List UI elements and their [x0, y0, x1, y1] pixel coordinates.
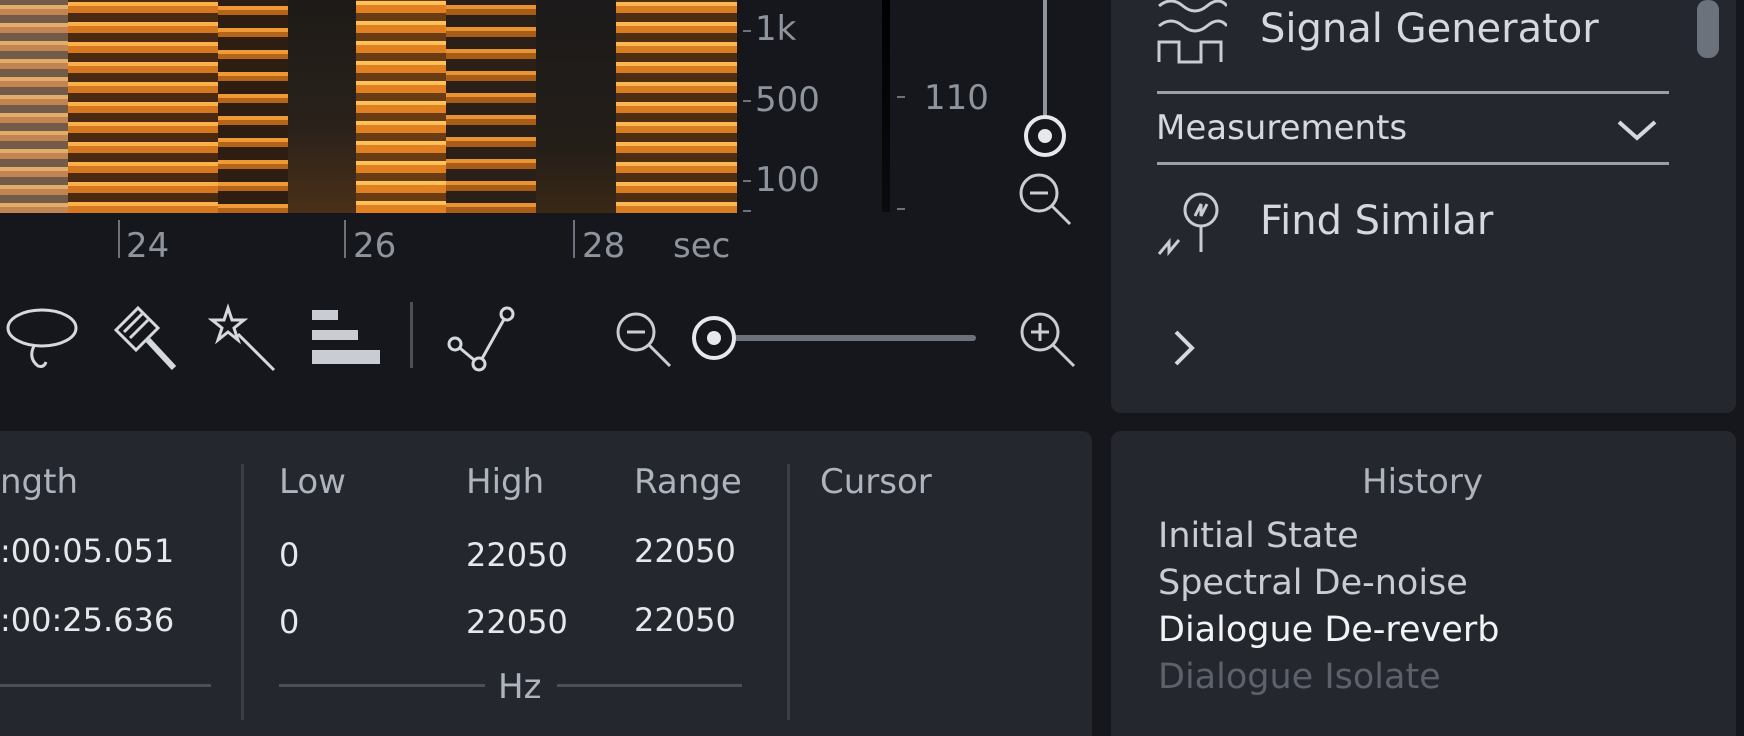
low-value-row1[interactable]: 0 [279, 536, 299, 574]
time-label-24: 24 [126, 226, 170, 266]
module-divider [1157, 91, 1669, 94]
length-header: ngth [0, 462, 79, 502]
length-unit-rule [0, 684, 211, 687]
freq-label-1k: 1k [755, 9, 797, 49]
cursor-header: Cursor [820, 462, 932, 502]
chevron-right-icon[interactable] [1170, 326, 1198, 370]
vertical-zoom-handle[interactable] [1022, 113, 1068, 159]
chevron-down-icon[interactable] [1615, 116, 1659, 144]
freq-tick [743, 210, 751, 212]
horizontal-zoom-handle[interactable] [690, 314, 738, 362]
range-value-row1[interactable]: 22050 [634, 532, 736, 570]
high-header: High [466, 462, 545, 502]
time-unit-label: sec [673, 226, 731, 266]
db-tick [897, 208, 905, 210]
time-label-26: 26 [353, 226, 397, 266]
high-value-row1[interactable]: 22050 [466, 536, 568, 574]
horizontal-zoom-out-icon[interactable] [612, 308, 674, 370]
time-label-28: 28 [582, 226, 626, 266]
brush-tool-icon[interactable] [108, 302, 180, 374]
range-header: Range [634, 462, 742, 502]
hz-unit-rule-left [279, 684, 485, 687]
length-value-row2[interactable]: :00:25.636 [0, 601, 174, 639]
low-header: Low [279, 462, 346, 502]
level-meter [882, 0, 890, 212]
time-tick [344, 220, 346, 258]
db-tick [897, 96, 905, 98]
history-item[interactable]: Spectral De-noise [1158, 563, 1468, 603]
toolbar-divider [410, 302, 413, 368]
history-item-current[interactable]: Dialogue De-reverb [1158, 610, 1499, 650]
module-divider [1157, 162, 1669, 165]
selection-highlight[interactable] [0, 0, 70, 213]
length-value-row1[interactable]: :00:05.051 [0, 532, 174, 570]
high-value-row2[interactable]: 22050 [466, 603, 568, 641]
freq-label-100: 100 [755, 160, 820, 200]
measurements-section-label[interactable]: Measurements [1156, 108, 1407, 148]
magic-wand-icon[interactable] [208, 302, 280, 374]
history-item[interactable]: Initial State [1158, 516, 1359, 556]
harmonic-selection-icon[interactable] [310, 306, 382, 370]
vertical-zoom-track[interactable] [1043, 0, 1047, 120]
time-tick [118, 220, 120, 258]
column-separator [787, 464, 790, 720]
module-signal-generator[interactable]: Signal Generator [1260, 6, 1599, 52]
horizontal-zoom-in-icon[interactable] [1016, 308, 1078, 370]
freq-tick [743, 100, 751, 102]
module-scrollbar[interactable] [1697, 0, 1719, 58]
freq-tick [743, 180, 751, 182]
column-separator [241, 464, 244, 720]
horizontal-zoom-track[interactable] [712, 335, 976, 341]
signal-generator-icon [1155, 0, 1227, 66]
find-similar-icon [1155, 190, 1227, 260]
low-value-row2[interactable]: 0 [279, 603, 299, 641]
time-tick [573, 220, 575, 258]
history-item-undone[interactable]: Dialogue Isolate [1158, 657, 1441, 697]
module-find-similar[interactable]: Find Similar [1260, 198, 1493, 244]
db-label-110: 110 [924, 78, 989, 118]
spectrogram-view[interactable] [0, 0, 737, 213]
range-value-row2[interactable]: 22050 [634, 601, 736, 639]
freq-tick [743, 30, 751, 32]
history-title: History [1362, 462, 1483, 502]
hz-unit-rule-right [557, 684, 742, 687]
zoom-out-icon[interactable] [1016, 170, 1074, 228]
lasso-tool-icon[interactable] [4, 306, 80, 370]
envelope-tool-icon[interactable] [445, 302, 521, 374]
hz-unit-label: Hz [498, 667, 542, 707]
freq-label-500: 500 [755, 80, 820, 120]
